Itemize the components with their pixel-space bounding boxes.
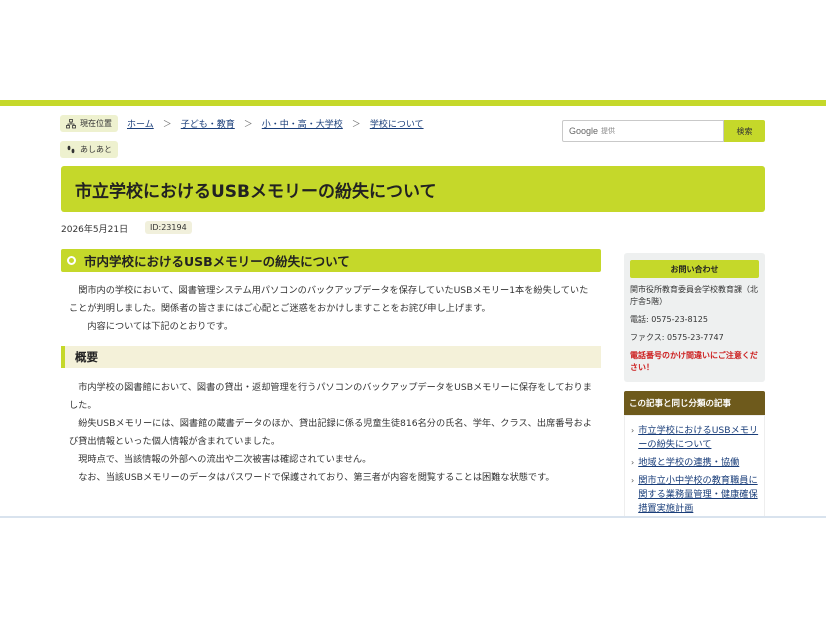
article-heading-text: 市内学校におけるUSBメモリーの紛失について: [84, 254, 350, 269]
article-heading: 市内学校におけるUSBメモリーの紛失について: [61, 249, 601, 272]
section-heading-overview: 概要: [61, 346, 601, 368]
main-content: 市内学校におけるUSBメモリーの紛失について 関市内の学校において、図書管理シス…: [61, 249, 601, 487]
related-link-community[interactable]: 地域と学校の連携・協働: [638, 456, 739, 470]
intro-paragraph: 関市内の学校において、図書管理システム用パソコンのバックアップデータを保存してい…: [69, 285, 589, 314]
contact-title: お問い合わせ: [630, 260, 759, 278]
chevron-right-icon: ›: [631, 426, 635, 435]
contact-department: 関市役所教育委員会学校教育課（北庁舎5階）: [630, 285, 758, 306]
related-item: › 関市立小中学校の教育職員に関する業務量管理・健康確保措置実施計画: [631, 474, 760, 516]
details-note: 内容については下記のとおりです。: [87, 321, 234, 332]
publish-date: 2026年5月21日: [61, 225, 129, 235]
breadcrumb: 現在位置 ホーム ＞ 子ども・教育 ＞ 小・中・高・大学校 ＞ 学校について: [60, 115, 424, 132]
page-id-badge: ID:23194: [145, 221, 192, 234]
search-button[interactable]: 検索: [724, 120, 765, 142]
overview-body: 市内学校の図書館において、図書の貸出・返却管理を行うパソコンのバックアップデータ…: [61, 379, 601, 487]
chevron-right-icon: ›: [631, 458, 635, 467]
page-viewport: 現在位置 ホーム ＞ 子ども・教育 ＞ 小・中・高・大学校 ＞ 学校について あ…: [0, 106, 826, 518]
page-title: 市立学校におけるUSBメモリーの紛失について: [75, 181, 437, 202]
contact-box: お問い合わせ 関市役所教育委員会学校教育課（北庁舎5階） 電話: 0575-23…: [624, 253, 765, 382]
related-articles: この記事と同じ分類の記事 › 市立学校におけるUSBメモリーの紛失について › …: [624, 391, 765, 517]
breadcrumb-separator: ＞: [351, 120, 361, 130]
breadcrumb-children-education[interactable]: 子ども・教育: [181, 117, 235, 130]
current-location-label: 現在位置: [80, 119, 112, 128]
related-link-workload[interactable]: 関市立小中学校の教育職員に関する業務量管理・健康確保措置実施計画: [638, 474, 760, 516]
sitemap-icon: [66, 118, 76, 128]
search-input[interactable]: Google 提供: [562, 120, 724, 142]
sidebar: お問い合わせ 関市役所教育委員会学校教育課（北庁舎5階） 電話: 0575-23…: [624, 253, 765, 517]
current-location-pill: 現在位置: [60, 115, 118, 132]
breadcrumb-separator: ＞: [162, 120, 172, 130]
related-link-usb[interactable]: 市立学校におけるUSBメモリーの紛失について: [638, 424, 760, 452]
search-provider-label: 提供: [601, 127, 616, 135]
contact-warning: 電話番号のかけ間違いにご注意ください！: [630, 351, 758, 372]
circle-bullet-icon: [67, 256, 76, 265]
overview-line: 市内学校の図書館において、図書の貸出・返却管理を行うパソコンのバックアップデータ…: [69, 382, 592, 411]
google-logo: Google: [569, 126, 599, 136]
overview-line: 現時点で、当該情報の外部への流出や二次被害は確認されていません。: [78, 454, 372, 465]
viewport-bottom-edge: [0, 516, 826, 518]
ashiato-label: あしあと: [80, 145, 112, 154]
related-item: › 地域と学校の連携・協働: [631, 456, 760, 470]
chevron-right-icon: ›: [631, 476, 635, 485]
related-item: › 市立学校におけるUSBメモリーの紛失について: [631, 424, 760, 452]
site-search: Google 提供 検索: [562, 120, 765, 142]
contact-phone: 電話: 0575-23-8125: [630, 315, 708, 324]
breadcrumb-schools[interactable]: 小・中・高・大学校: [262, 117, 343, 130]
ashiato-pill[interactable]: あしあと: [60, 141, 118, 158]
breadcrumb-about-schools[interactable]: 学校について: [370, 117, 424, 130]
breadcrumb-separator: ＞: [243, 120, 253, 130]
overview-line: なお、当該USBメモリーのデータはパスワードで保護されており、第三者が内容を閲覧…: [78, 472, 555, 483]
related-title: この記事と同じ分類の記事: [624, 391, 765, 415]
page-title-bar: 市立学校におけるUSBメモリーの紛失について: [61, 166, 765, 212]
related-list: › 市立学校におけるUSBメモリーの紛失について › 地域と学校の連携・協働 ›…: [624, 415, 765, 517]
footprints-icon: [67, 145, 75, 153]
overview-line: 紛失USBメモリーには、図書館の蔵書データのほか、貸出記録に係る児童生徒816名…: [69, 418, 592, 447]
contact-fax: ファクス: 0575-23-7747: [630, 333, 724, 342]
breadcrumb-home[interactable]: ホーム: [127, 117, 154, 130]
